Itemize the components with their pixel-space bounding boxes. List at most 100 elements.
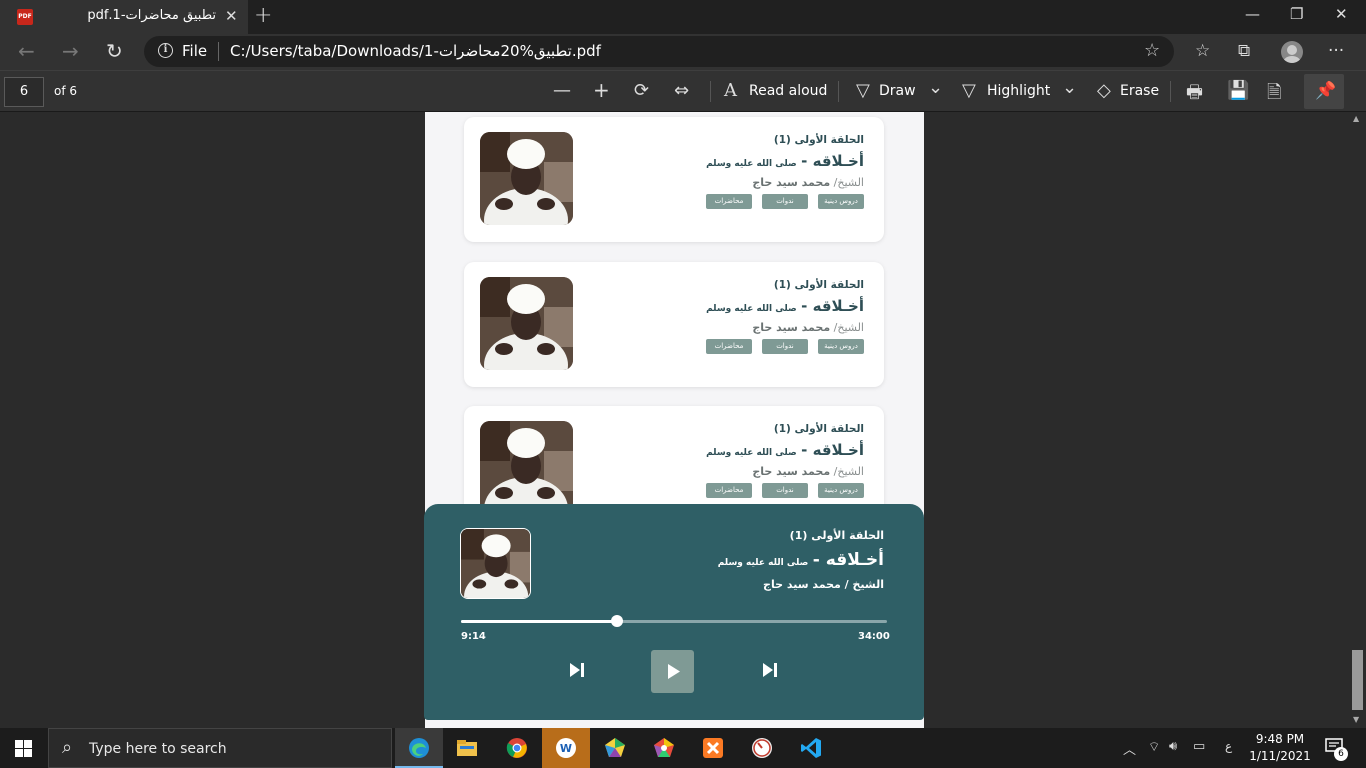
favorites-icon[interactable]: ☆	[1195, 41, 1210, 61]
progress-handle[interactable]	[611, 615, 624, 627]
taskbar-edge[interactable]	[395, 728, 443, 768]
elapsed-time: 9:14	[461, 631, 486, 642]
tag-lectures[interactable]: محاضرات	[706, 194, 752, 209]
sheikh-prefix: الشيخ/	[833, 176, 864, 189]
tray-chevron-icon[interactable]: ︿	[1123, 739, 1136, 758]
tag-seminars[interactable]: ندوات	[762, 194, 808, 209]
tag-religious[interactable]: دروس دينية	[818, 194, 864, 209]
clock-app-icon	[752, 738, 772, 758]
lecture-subtitle: صلى الله عليه وسلم	[706, 448, 797, 458]
refresh-button[interactable]: ↻	[106, 39, 123, 63]
player-title: أخـلاقه -	[812, 550, 884, 570]
tag-seminars[interactable]: ندوات	[762, 483, 808, 498]
restore-button[interactable]: ❐	[1290, 5, 1303, 23]
lecture-card[interactable]: الحلقة الأولى (1) أخـلاقه - صلى الله علي…	[464, 262, 884, 387]
lecture-title: أخـلاقه -	[801, 152, 864, 170]
fit-page-icon[interactable]: ⇔	[674, 80, 689, 101]
browser-tab[interactable]: PDF تطبيق محاضرات-1.pdf ✕	[0, 0, 248, 34]
info-icon[interactable]: i	[158, 43, 173, 58]
tag-seminars[interactable]: ندوات	[762, 339, 808, 354]
play-icon	[668, 664, 680, 679]
progress-track[interactable]	[461, 615, 887, 627]
chrome-icon	[506, 738, 527, 758]
sheikh-prefix: الشيخ/	[833, 321, 864, 334]
read-aloud-icon[interactable]: A	[724, 80, 737, 101]
favorite-star-icon[interactable]: ☆	[1144, 40, 1160, 61]
taskbar-vscode[interactable]	[787, 728, 835, 768]
save-as-icon[interactable]: 🗎	[1267, 80, 1281, 110]
erase-icon[interactable]: ◇	[1097, 80, 1111, 101]
pdf-viewer[interactable]: الحلقة الأولى (1) أخـلاقه - صلى الله علي…	[0, 112, 1366, 728]
battery-icon[interactable]: ▭	[1193, 739, 1205, 754]
scroll-thumb[interactable]	[1352, 650, 1363, 710]
pin-toolbar-button[interactable]: 📌	[1304, 74, 1344, 109]
print-icon[interactable]: 🖶	[1186, 80, 1203, 110]
tag-religious[interactable]: دروس دينية	[818, 339, 864, 354]
episode-label: الحلقة الأولى (1)	[773, 279, 864, 291]
lecture-subtitle: صلى الله عليه وسلم	[706, 304, 797, 314]
back-button[interactable]: ←	[18, 39, 35, 63]
page-number-input[interactable]: 6	[4, 77, 44, 107]
taskbar-xampp[interactable]	[689, 728, 737, 768]
address-bar-row: ← → ↻ i File C:/Users/taba/Downloads/1-ت…	[0, 34, 1366, 70]
more-menu-icon[interactable]: ···	[1328, 41, 1344, 61]
highlight-button[interactable]: Highlight	[987, 83, 1050, 99]
page-count: of 6	[54, 84, 78, 98]
save-icon[interactable]: 💾	[1227, 80, 1249, 101]
taskbar-colorful-gem[interactable]	[640, 728, 688, 768]
app-w-icon: W	[556, 738, 576, 758]
draw-button[interactable]: Draw	[879, 83, 916, 99]
colorful-gem-icon	[654, 738, 674, 757]
language-indicator[interactable]: ع	[1225, 739, 1232, 753]
vertical-scrollbar[interactable]: ▲ ▼	[1350, 112, 1366, 728]
collections-icon[interactable]: ⧉	[1238, 41, 1250, 61]
play-button[interactable]	[651, 650, 694, 693]
taskbar-chrome[interactable]	[493, 728, 541, 768]
taskbar-search[interactable]: ⌕ Type here to search	[48, 728, 392, 768]
scroll-down-icon[interactable]: ▼	[1353, 715, 1359, 724]
sheikh-name: محمد سيد حاج	[752, 176, 831, 189]
windows-taskbar: ⌕ Type here to search W ︿ ⌔ 🔊︎ ▭ ع 9:48 …	[0, 728, 1366, 768]
url-text[interactable]: C:/Users/taba/Downloads/1-تطبيق%20محاضرا…	[230, 42, 601, 60]
erase-button[interactable]: Erase	[1120, 83, 1159, 99]
windows-start-icon[interactable]	[15, 740, 32, 757]
zoom-out-icon[interactable]: —	[553, 80, 571, 101]
taskbar-explorer[interactable]	[443, 728, 491, 768]
tag-lectures[interactable]: محاضرات	[706, 339, 752, 354]
volume-icon[interactable]: 🔊︎	[1169, 739, 1177, 754]
next-track-icon[interactable]	[760, 660, 780, 680]
previous-track-icon[interactable]	[567, 660, 587, 680]
sheikh-name: محمد سيد حاج	[752, 321, 831, 334]
player-sheikh: الشيخ / محمد سيد حاج	[763, 578, 884, 591]
taskbar-gem[interactable]	[591, 728, 639, 768]
address-bar[interactable]: i File C:/Users/taba/Downloads/1-تطبيق%2…	[144, 36, 1174, 67]
profile-avatar[interactable]	[1281, 41, 1303, 63]
tag-religious[interactable]: دروس دينية	[818, 483, 864, 498]
draw-chevron-icon[interactable]: ⌄	[928, 77, 943, 98]
tag-lectures[interactable]: محاضرات	[706, 483, 752, 498]
taskbar-clock[interactable]: 9:48 PM 1/11/2021	[1240, 731, 1320, 765]
wifi-icon[interactable]: ⌔	[1148, 739, 1160, 755]
search-placeholder: Type here to search	[89, 741, 227, 757]
zoom-in-icon[interactable]: +	[593, 78, 610, 102]
close-window-button[interactable]: ✕	[1335, 5, 1348, 23]
lecture-thumbnail	[480, 132, 573, 225]
tab-close-icon[interactable]: ✕	[225, 7, 238, 25]
pdf-file-icon: PDF	[17, 9, 33, 25]
highlight-chevron-icon[interactable]: ⌄	[1062, 77, 1077, 98]
minimize-button[interactable]: —	[1245, 5, 1260, 23]
rotate-icon[interactable]: ⟳	[634, 80, 649, 101]
lecture-card[interactable]: الحلقة الأولى (1) أخـلاقه - صلى الله علي…	[464, 117, 884, 242]
notification-count: 6	[1334, 747, 1348, 761]
highlight-icon[interactable]: ▽	[962, 80, 976, 101]
draw-icon[interactable]: ▽	[856, 80, 870, 101]
taskbar-app-w[interactable]: W	[542, 728, 590, 768]
new-tab-button[interactable]: +	[254, 3, 272, 28]
card-text: الحلقة الأولى (1) أخـلاقه - صلى الله علي…	[604, 423, 864, 498]
forward-button[interactable]: →	[62, 39, 79, 63]
taskbar-clock-app[interactable]	[738, 728, 786, 768]
read-aloud-button[interactable]: Read aloud	[749, 83, 827, 99]
scroll-up-icon[interactable]: ▲	[1353, 114, 1359, 123]
audio-player: الحلقة الأولى (1) أخـلاقه - صلى الله علي…	[424, 504, 924, 720]
clock-date: 1/11/2021	[1249, 749, 1311, 763]
